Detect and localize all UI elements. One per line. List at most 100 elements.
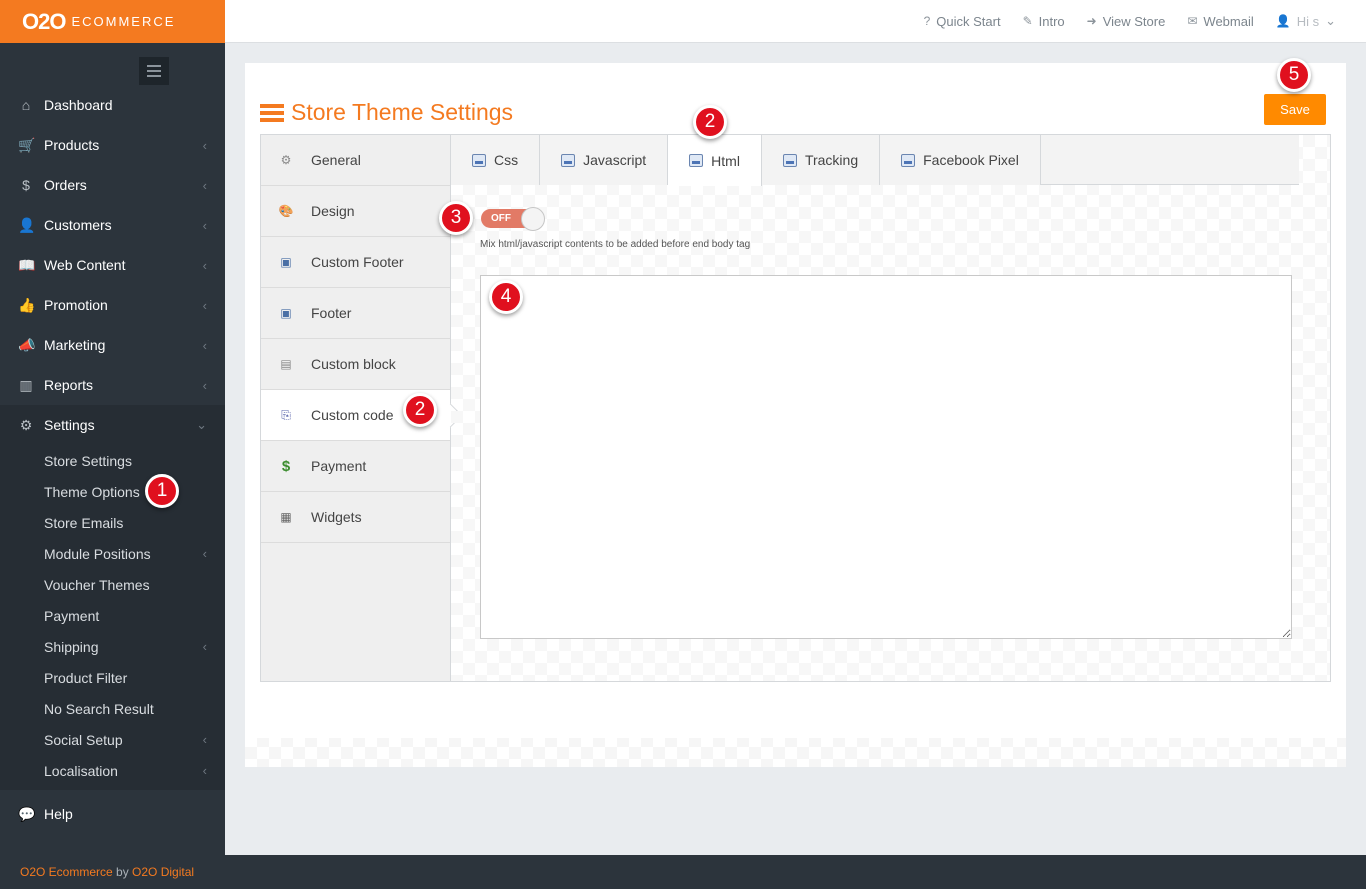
submenu-item-localisation[interactable]: Localisation ‹ (0, 755, 225, 786)
callout-marker-4: 4 (489, 280, 523, 314)
sidebar-item-label: Promotion (44, 297, 108, 313)
toggle-knob (521, 207, 545, 231)
megaphone-icon: 📣 (18, 336, 36, 353)
chevron-left-icon: ‹ (202, 257, 207, 273)
code-file-icon (689, 154, 704, 167)
html-code-textarea[interactable] (480, 275, 1292, 639)
widget-icon: ▦ (280, 510, 292, 524)
user-icon: 👤 (1275, 14, 1291, 28)
top-link-label: Quick Start (936, 13, 1001, 29)
page-title: Store Theme Settings (260, 99, 513, 126)
code-file-icon (561, 153, 576, 167)
submenu-item-theme-options[interactable]: Theme Options (0, 476, 225, 507)
submenu-item-payment[interactable]: Payment (0, 600, 225, 631)
submenu-item-product-filter[interactable]: Product Filter (0, 662, 225, 693)
page-title-text: Store Theme Settings (291, 99, 514, 125)
tab-custom-block[interactable]: ▤ Custom block (261, 339, 450, 390)
code-file-icon (782, 153, 797, 167)
sidebar-item-help[interactable]: 💬 Help (0, 795, 225, 833)
tab-css[interactable]: Css (451, 135, 541, 185)
sidebar-item-label: Marketing (44, 337, 106, 353)
brand-logo[interactable]: O2O ECOMMERCE (0, 0, 225, 43)
tab-facebook-pixel[interactable]: Facebook Pixel (880, 135, 1041, 185)
html-help-text: Mix html/javascript contents to be added… (480, 239, 751, 250)
callout-marker-2-tab: 2 (693, 105, 727, 139)
intro-link[interactable]: ✎ Intro (1023, 14, 1065, 29)
tab-general[interactable]: ⚙ General (261, 135, 450, 186)
quick-start-link[interactable]: ? Quick Start (924, 14, 1001, 29)
tab-label: General (311, 152, 361, 168)
dollar-icon: $ (22, 177, 30, 193)
sidebar-item-label: Help (44, 806, 73, 822)
envelope-icon: ✉ (1187, 14, 1198, 28)
callout-marker-2-sidebar: 2 (403, 393, 437, 427)
chat-bubble-icon: 💬 (18, 805, 36, 822)
gears-icon: ⚙ (19, 416, 33, 433)
view-store-link[interactable]: ➜ View Store (1087, 14, 1166, 29)
sidebar-item-promotion[interactable]: 👍 Promotion ‹ (0, 285, 225, 325)
submenu-item-label: Social Setup (44, 731, 123, 748)
sidebar-item-products[interactable]: 🛒 Products ‹ (0, 125, 225, 165)
cart-icon: 🛒 (18, 136, 36, 153)
tab-html[interactable]: Html (668, 135, 762, 186)
sidebar-toggle-icon[interactable] (139, 57, 169, 85)
tab-label: Footer (311, 305, 352, 321)
tab-label: Tracking (804, 152, 859, 168)
magic-wand-icon: ✎ (1022, 14, 1033, 28)
sidebar-item-label: Reports (44, 377, 94, 393)
chevron-left-icon: ‹ (202, 137, 207, 153)
submenu-item-no-search-result[interactable]: No Search Result (0, 693, 225, 724)
footer-company-link[interactable]: O2O Digital (132, 865, 194, 879)
html-enable-toggle[interactable]: OFF (481, 207, 547, 231)
submenu-item-store-settings[interactable]: Store Settings (0, 445, 225, 476)
layout-icon: ▣ (280, 306, 292, 320)
submenu-item-label: Theme Options (44, 483, 140, 500)
footer-brand-link[interactable]: O2O Ecommerce (20, 865, 113, 879)
logo-sub-text: ECOMMERCE (71, 14, 176, 29)
submenu-item-social-setup[interactable]: Social Setup ‹ (0, 724, 225, 755)
home-icon: ⌂ (21, 97, 31, 113)
sidebar-item-reports[interactable]: ▥ Reports ‹ (0, 365, 225, 405)
submenu-item-voucher-themes[interactable]: Voucher Themes (0, 569, 225, 600)
tab-design[interactable]: 🎨 Design (261, 186, 450, 237)
code-tab-bar: Css Javascript Html Tracking Facebook Pi… (451, 135, 1299, 186)
top-link-label: View Store (1102, 13, 1166, 29)
sign-in-icon: ➜ (1086, 14, 1097, 28)
chevron-left-icon: ‹ (202, 732, 207, 747)
sidebar-item-web-content[interactable]: 📖 Web Content ‹ (0, 245, 225, 285)
tab-label: Design (311, 203, 355, 219)
block-layout-icon: ▤ (280, 357, 292, 371)
submenu-item-label: Localisation (44, 762, 118, 779)
tab-javascript[interactable]: Javascript (540, 135, 669, 185)
sidebar-item-customers[interactable]: 👤 Customers ‹ (0, 205, 225, 245)
tab-footer[interactable]: ▣ Footer (261, 288, 450, 339)
sidebar-item-label: Products (44, 137, 100, 153)
tab-label: Css (494, 152, 519, 168)
sidebar-item-dashboard[interactable]: ⌂ Dashboard (0, 85, 225, 125)
tab-content: Css Javascript Html Tracking Facebook Pi… (451, 135, 1330, 681)
chevron-down-icon: ⌄ (1325, 13, 1336, 28)
tab-label: Custom block (311, 356, 396, 372)
tab-payment[interactable]: $ Payment (261, 441, 450, 492)
page-footer: O2O Ecommerce by O2O Digital (0, 855, 1366, 889)
submenu-item-shipping[interactable]: Shipping ‹ (0, 631, 225, 662)
sidebar-item-orders[interactable]: $ Orders ‹ (0, 165, 225, 205)
submenu-item-label: Shipping (44, 638, 99, 655)
chevron-left-icon: ‹ (202, 337, 207, 353)
submenu-item-store-emails[interactable]: Store Emails (0, 507, 225, 538)
webmail-link[interactable]: ✉ Webmail (1187, 14, 1253, 29)
submenu-item-module-positions[interactable]: Module Positions ‹ (0, 538, 225, 569)
layout-icon: ▣ (280, 255, 292, 269)
chevron-down-icon: ⌄ (196, 417, 207, 432)
tab-label: Payment (311, 458, 367, 474)
chevron-left-icon: ‹ (202, 763, 207, 778)
tab-label: Widgets (311, 509, 362, 525)
tab-custom-footer[interactable]: ▣ Custom Footer (261, 237, 450, 288)
tab-label: Html (711, 152, 740, 169)
tab-tracking[interactable]: Tracking (761, 135, 881, 185)
save-button[interactable]: Save (1264, 94, 1326, 125)
user-menu[interactable]: 👤 Hi s ⌄ (1276, 13, 1336, 29)
sidebar-item-settings[interactable]: ⚙ Settings ⌄ (0, 405, 225, 445)
sidebar-item-marketing[interactable]: 📣 Marketing ‹ (0, 325, 225, 365)
tab-widgets[interactable]: ▦ Widgets (261, 492, 450, 543)
